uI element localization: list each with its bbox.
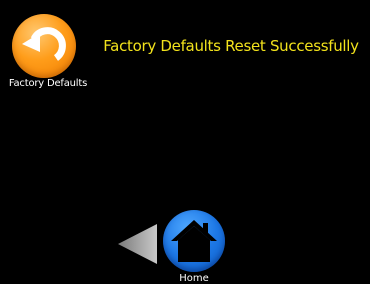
reset-arrow-icon: [22, 27, 66, 61]
screen: Factory Defaults Factory Defaults Reset …: [0, 0, 370, 284]
factory-defaults-label: Factory Defaults: [8, 78, 88, 89]
factory-defaults-button[interactable]: [12, 14, 76, 78]
status-message: Factory Defaults Reset Successfully: [103, 37, 359, 55]
house-icon: [171, 220, 217, 262]
home-label: Home: [179, 273, 209, 284]
back-triangle-icon[interactable]: [117, 223, 159, 265]
home-button[interactable]: [163, 210, 225, 272]
